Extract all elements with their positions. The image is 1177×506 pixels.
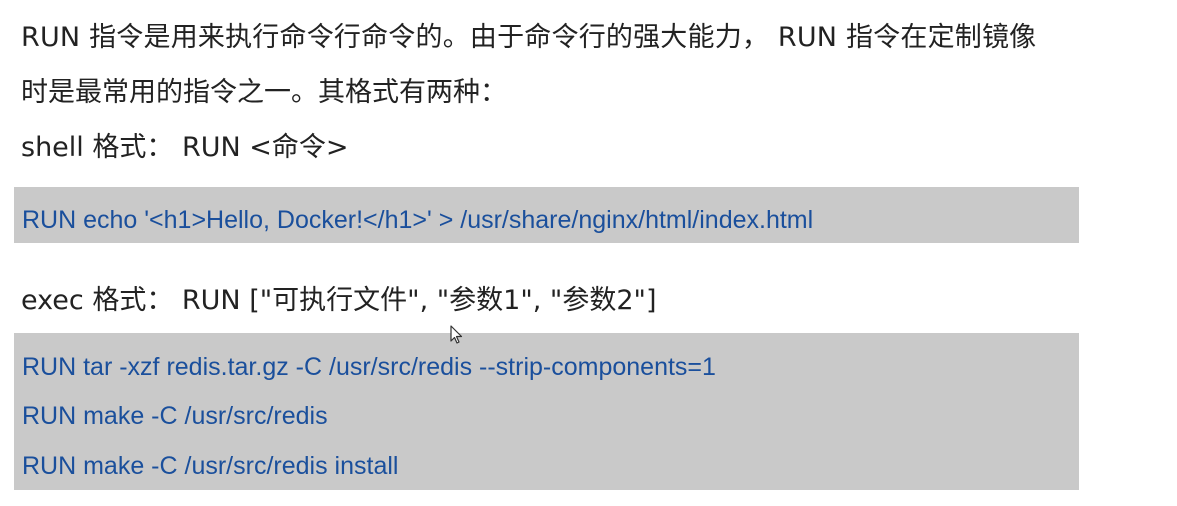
paragraph-line-2: 时是最常用的指令之一。其格式有两种： — [21, 77, 507, 108]
shell-format-label: shell 格式： RUN <命令> — [21, 132, 349, 163]
exec-code-block: RUN tar -xzf redis.tar.gz -C /usr/src/re… — [14, 333, 1079, 490]
code-line: RUN make -C /usr/src/redis — [22, 402, 328, 430]
code-line: RUN make -C /usr/src/redis install — [22, 452, 399, 480]
paragraph-line-1: RUN 指令是用来执行命令行命令的。由于命令行的强大能力， RUN 指令在定制镜… — [21, 22, 1037, 53]
shell-code-block: RUN echo '<h1>Hello, Docker!</h1>' > /us… — [14, 187, 1079, 243]
code-line: RUN echo '<h1>Hello, Docker!</h1>' > /us… — [22, 206, 814, 234]
mouse-pointer-icon — [450, 325, 463, 344]
code-line: RUN tar -xzf redis.tar.gz -C /usr/src/re… — [22, 353, 716, 381]
exec-format-label: exec 格式： RUN ["可执行文件", "参数1", "参数2"] — [21, 285, 657, 316]
